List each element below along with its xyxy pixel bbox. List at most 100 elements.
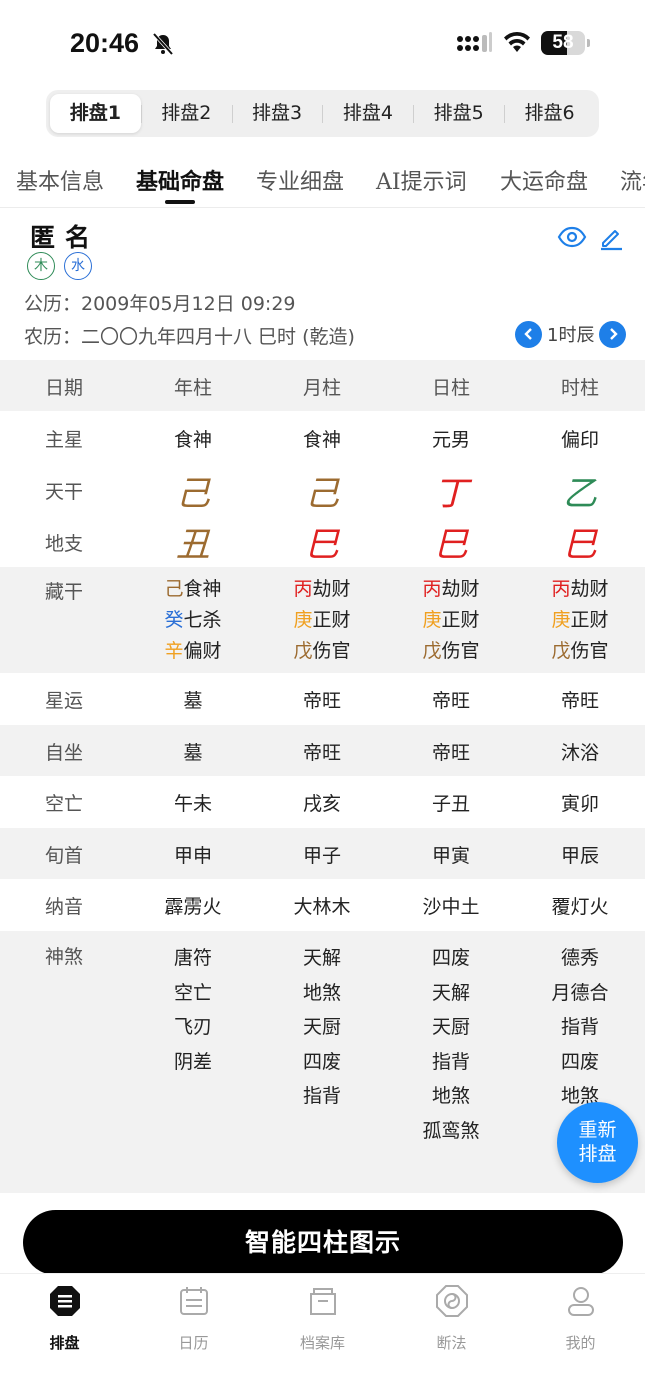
zizuo-cell: 帝旺	[431, 742, 470, 764]
tab-liunian[interactable]: 流年	[620, 164, 645, 196]
paipan-icon	[49, 1286, 80, 1316]
main-star-row: 主星 食神 食神 元男 偏印	[0, 411, 645, 463]
canggan-entry: 丙劫财	[258, 574, 386, 605]
recalculate-button[interactable]: 重新 排盘	[557, 1102, 638, 1183]
shensha-entry: 地煞	[431, 1085, 470, 1107]
tab-dayun-chart[interactable]: 大运命盘	[500, 164, 588, 196]
xunshou-cell: 甲辰	[560, 845, 599, 867]
canggan-entry: 己食神	[129, 574, 257, 605]
kongwang-cell: 戌亥	[302, 793, 341, 815]
tabbar-item-calendar[interactable]: 日历	[129, 1284, 258, 1353]
tab-basic-chart[interactable]: 基础命盘	[136, 164, 224, 196]
tiangan-cell: 丁	[434, 474, 468, 514]
tab-detailed-chart[interactable]: 专业细盘	[256, 164, 344, 196]
ten-god: 伤官	[441, 640, 480, 662]
hidden-stem: 丙	[551, 578, 571, 600]
shensha-cell: 德秀 月德合 指背 四废 地煞	[516, 941, 644, 1114]
next-hour-button[interactable]	[599, 320, 627, 348]
tiangan-cell: 乙	[563, 474, 597, 514]
hidden-stem: 辛	[164, 640, 184, 662]
dizhi-row: 地支 丑 巳 巳 巳	[0, 515, 645, 567]
battery-level: 58	[552, 32, 574, 53]
ten-god: 伤官	[570, 640, 609, 662]
shensha-cell: 唐符 空亡 飞刃 阴差	[129, 941, 257, 1079]
shensha-entry: 天厨	[302, 1016, 341, 1038]
tiangan-row: 天干 己 己 丁 乙	[0, 463, 645, 515]
tabbar-item-duanfa[interactable]: 断法	[387, 1284, 516, 1353]
smart-four-pillars-button[interactable]: 智能四柱图示	[23, 1210, 623, 1275]
row-label: 空亡	[44, 793, 83, 815]
ten-god: 劫财	[570, 578, 609, 600]
shensha-entry: 天解	[431, 981, 470, 1004]
tabbar-label: 日历	[178, 1334, 209, 1352]
canggan-cell: 丙劫财 庚正财 戊伤官	[387, 574, 515, 667]
hidden-stem: 戊	[551, 640, 571, 662]
eye-icon[interactable]	[557, 226, 587, 248]
tabbar-item-mine[interactable]: 我的	[516, 1284, 645, 1353]
shensha-entry: 飞刃	[173, 1016, 212, 1038]
shensha-entry: 德秀	[560, 947, 599, 969]
dizhi-cell: 丑	[176, 525, 210, 565]
canggan-entry: 丙劫财	[516, 574, 644, 605]
tabbar-item-paipan[interactable]: 排盘	[0, 1284, 129, 1353]
shensha-entry: 四废	[560, 1050, 599, 1073]
edit-icon[interactable]	[598, 225, 624, 251]
element-badge-wood: 木	[27, 252, 55, 280]
canggan-entry: 戊伤官	[258, 636, 386, 667]
segment-paipan-4[interactable]: 排盘4	[322, 94, 413, 133]
xingyun-cell: 帝旺	[302, 690, 341, 712]
row-label: 自坐	[44, 742, 83, 764]
xunshou-cell: 甲子	[302, 845, 341, 867]
zizuo-cell: 墓	[183, 742, 203, 764]
tabbar-label: 排盘	[49, 1334, 80, 1352]
row-label: 旬首	[44, 845, 83, 867]
segment-paipan-1[interactable]: 排盘1	[50, 94, 141, 133]
nayin-cell: 霹雳火	[164, 896, 222, 918]
shensha-entry: 空亡	[173, 981, 212, 1004]
canggan-entry: 庚正财	[258, 605, 386, 636]
xingyun-cell: 帝旺	[431, 690, 470, 712]
hour-stepper: 1时辰	[515, 320, 627, 348]
shensha-entry: 指背	[431, 1050, 470, 1073]
hidden-stem: 庚	[422, 609, 442, 631]
shensha-entry: 天厨	[431, 1016, 470, 1038]
canggan-entry: 戊伤官	[387, 636, 515, 667]
tabbar-item-archive[interactable]: 档案库	[258, 1284, 387, 1353]
tiangan-cell: 己	[176, 474, 210, 514]
header-date: 日期	[44, 377, 83, 399]
hidden-stem: 戊	[422, 640, 442, 662]
header-month-pillar: 月柱	[302, 377, 341, 399]
bazi-table: 日期 年柱 月柱 日柱 时柱 主星 食神 食神 元男 偏印 天干 己 己 丁 乙…	[0, 360, 645, 1193]
ten-god: 正财	[312, 609, 351, 631]
hidden-stem: 戊	[293, 640, 313, 662]
canggan-cell: 丙劫财 庚正财 戊伤官	[258, 574, 386, 667]
header-day-pillar: 日柱	[431, 377, 470, 399]
zizuo-row: 自坐 墓 帝旺 帝旺 沐浴	[0, 725, 645, 776]
row-label: 天干	[44, 481, 83, 503]
row-label: 主星	[44, 429, 83, 451]
shensha-entry: 天解	[302, 947, 341, 969]
cellular-signal-icon	[457, 32, 492, 52]
tab-ai-prompt[interactable]: AI提示词	[376, 164, 467, 196]
ten-god: 正财	[570, 609, 609, 631]
calendar-icon	[179, 1287, 208, 1315]
segment-paipan-2[interactable]: 排盘2	[140, 94, 232, 133]
shensha-row: 神煞 唐符 空亡 飞刃 阴差 天解 地煞 天厨 四废 指背 四废 天解 天厨 指背 地煞 孤鸾煞 德秀月…	[0, 931, 645, 1193]
header-year-pillar: 年柱	[173, 377, 212, 399]
segment-paipan-5[interactable]: 排盘5	[413, 94, 504, 133]
profile-name: 匿名	[30, 223, 101, 252]
section-tabs: 基本信息 基础命盘 专业细盘 AI提示词 大运命盘 流年	[0, 158, 645, 208]
bottom-tab-bar: 排盘 日历 档案库 断法 我的	[0, 1273, 645, 1398]
tab-basic-info[interactable]: 基本信息	[16, 164, 104, 196]
shensha-entry: 月德合	[551, 981, 609, 1004]
chevron-right-icon	[610, 328, 618, 340]
canggan-entry: 戊伤官	[516, 636, 644, 667]
row-label: 神煞	[44, 946, 83, 968]
prev-hour-button[interactable]	[515, 320, 542, 348]
shensha-cell: 四废 天解 天厨 指背 地煞 孤鸾煞	[387, 941, 515, 1148]
solar-date: 公历：2009年05月12日 09:29	[24, 293, 296, 315]
segment-paipan-3[interactable]: 排盘3	[231, 94, 323, 133]
battery-indicator: 58	[541, 31, 591, 55]
segment-paipan-6[interactable]: 排盘6	[504, 94, 595, 133]
profile-icon	[567, 1287, 594, 1316]
